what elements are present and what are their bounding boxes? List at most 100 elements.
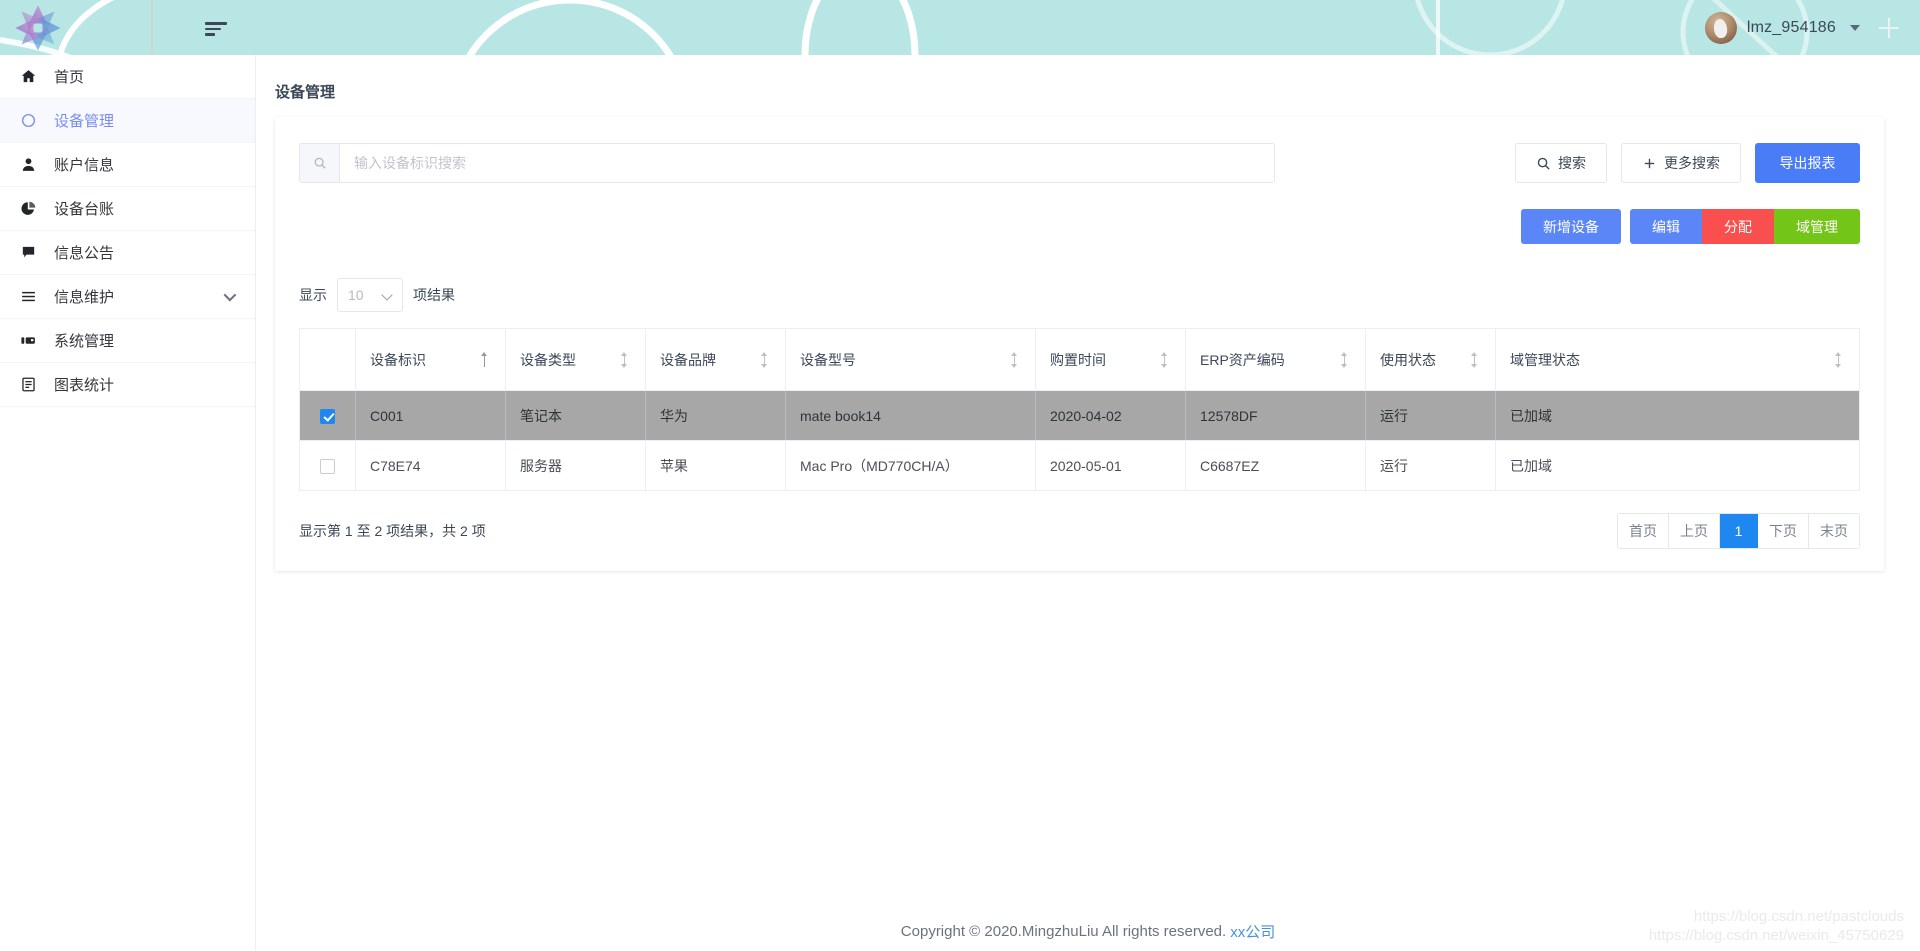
hamburger-line: [205, 33, 215, 36]
sidebar-item-label: 首页: [54, 69, 85, 86]
sidebar-item-label: 系统管理: [54, 333, 115, 350]
table-footer: 显示第 1 至 2 项结果，共 2 项 首页 上页 1 下页 末页: [299, 513, 1860, 549]
flag-icon: [20, 244, 46, 261]
sidebar-item-chart-statistics[interactable]: 图表统计: [0, 363, 255, 407]
column-label: ERP资产编码: [1200, 351, 1285, 368]
document-icon: [20, 376, 46, 393]
hamburger-line: [205, 22, 227, 25]
cell-device-model: mate book14: [785, 390, 1036, 441]
app-logo-icon: [15, 5, 61, 51]
more-search-button[interactable]: 更多搜索: [1621, 143, 1741, 183]
cell-usage-status: 运行: [1365, 440, 1496, 491]
edit-button[interactable]: 编辑: [1630, 209, 1702, 244]
column-header-purchase-date[interactable]: 购置时间: [1035, 328, 1186, 391]
search-input[interactable]: [340, 144, 1274, 182]
select-all-header[interactable]: [299, 328, 356, 391]
row-checkbox[interactable]: [320, 408, 335, 424]
row-checkbox-cell[interactable]: [299, 440, 356, 491]
cell-purchase-date: 2020-05-01: [1035, 440, 1186, 491]
cell-device-model: Mac Pro（MD770CH/A）: [785, 440, 1036, 491]
search-button-label: 搜索: [1558, 155, 1586, 171]
copyright-text: Copyright © 2020.MingzhuLiu All rights r…: [900, 922, 1227, 940]
cell-device-id: C78E74: [355, 440, 506, 491]
sidebar-item-device-ledger[interactable]: 设备台账: [0, 187, 255, 231]
username-label: lmz_954186: [1746, 18, 1836, 36]
hard-drive-icon: [20, 332, 46, 349]
action-group-joined: 编辑 分配 域管理: [1630, 209, 1860, 244]
cell-erp-code: 12578DF: [1185, 390, 1366, 441]
sidebar-item-label: 设备管理: [54, 113, 115, 130]
sidebar-item-device-management[interactable]: 设备管理: [0, 99, 255, 143]
avatar: [1704, 11, 1737, 44]
sidebar-item-system-management[interactable]: 系统管理: [0, 319, 255, 363]
row-checkbox[interactable]: [320, 458, 335, 474]
pagination-next[interactable]: 下页: [1758, 514, 1809, 548]
add-device-button[interactable]: 新增设备: [1521, 209, 1621, 244]
search-row: 搜索 更多搜索 导出报表: [299, 143, 1860, 183]
sort-icon: [761, 351, 771, 368]
domain-management-button[interactable]: 域管理: [1774, 209, 1860, 244]
column-header-device-model[interactable]: 设备型号: [785, 328, 1036, 391]
column-label: 购置时间: [1050, 351, 1106, 368]
device-management-panel: 搜索 更多搜索 导出报表 新增设备: [275, 117, 1884, 571]
sort-icon: [1341, 351, 1351, 368]
sort-icon: [621, 351, 631, 368]
sidebar-item-label: 设备台账: [54, 201, 115, 218]
user-menu[interactable]: lmz_954186: [1704, 0, 1860, 55]
sidebar-item-home[interactable]: 首页: [0, 55, 255, 99]
assign-button[interactable]: 分配: [1702, 209, 1774, 244]
table-header: 设备标识 设备类型 设备品牌 设备型号 购置时间 ERP资产编码 使用状态 域管…: [299, 328, 1860, 391]
sort-icon: [1161, 351, 1171, 368]
sidebar-item-info-maintenance[interactable]: 信息维护: [0, 275, 255, 319]
pagination: 首页 上页 1 下页 末页: [1617, 513, 1860, 549]
pagination-first[interactable]: 首页: [1618, 514, 1669, 548]
sidebar-item-account-info[interactable]: 账户信息: [0, 143, 255, 187]
hamburger-icon[interactable]: [205, 22, 229, 36]
column-header-erp-code[interactable]: ERP资产编码: [1185, 328, 1366, 391]
column-header-domain-status[interactable]: 域管理状态: [1495, 328, 1860, 391]
table-row[interactable]: C001 笔记本 华为 mate book14 2020-04-02 12578…: [299, 390, 1860, 441]
cell-domain-status: 已加域: [1495, 390, 1860, 441]
search-icon: [300, 144, 340, 182]
company-link[interactable]: xx公司: [1230, 921, 1275, 942]
row-checkbox-cell[interactable]: [299, 390, 356, 441]
export-report-button[interactable]: 导出报表: [1755, 143, 1860, 183]
column-header-device-brand[interactable]: 设备品牌: [645, 328, 786, 391]
sort-icon: [1835, 351, 1845, 368]
column-label: 域管理状态: [1510, 351, 1580, 368]
header-decoration: [0, 0, 1810, 55]
sidebar-item-label: 账户信息: [54, 157, 115, 174]
chevron-down-icon: [1850, 24, 1860, 31]
column-header-device-id[interactable]: 设备标识: [355, 328, 506, 391]
cell-device-brand: 华为: [645, 390, 786, 441]
circle-icon: [20, 112, 46, 129]
plus-icon: [1642, 156, 1657, 171]
hamburger-line: [205, 27, 221, 30]
pagination-last[interactable]: 末页: [1809, 514, 1859, 548]
sidebar-item-label: 信息维护: [54, 289, 115, 306]
results-summary: 显示第 1 至 2 项结果，共 2 项: [299, 523, 486, 539]
entries-select[interactable]: 10: [338, 279, 402, 311]
table-header-row: 设备标识 设备类型 设备品牌 设备型号 购置时间 ERP资产编码 使用状态 域管…: [299, 328, 1860, 391]
search-button[interactable]: 搜索: [1515, 143, 1607, 183]
plus-icon[interactable]: [1872, 0, 1906, 55]
pagination-page-1[interactable]: 1: [1720, 514, 1758, 548]
column-header-usage-status[interactable]: 使用状态: [1365, 328, 1496, 391]
column-header-device-type[interactable]: 设备类型: [505, 328, 646, 391]
table-row[interactable]: C78E74 服务器 苹果 Mac Pro（MD770CH/A） 2020-05…: [299, 440, 1860, 491]
pie-chart-icon: [20, 200, 46, 217]
more-search-button-label: 更多搜索: [1664, 155, 1720, 171]
cell-device-brand: 苹果: [645, 440, 786, 491]
pagination-prev[interactable]: 上页: [1669, 514, 1720, 548]
cell-device-id: C001: [355, 390, 506, 441]
entries-select-wrapper: 10: [337, 278, 403, 312]
sidebar: 首页 设备管理 账户信息 设备台账 信息公告 信息维护 系统管理 图表统计: [0, 55, 256, 951]
sidebar-item-label: 图表统计: [54, 377, 115, 394]
sidebar-item-announcement[interactable]: 信息公告: [0, 231, 255, 275]
cell-purchase-date: 2020-04-02: [1035, 390, 1186, 441]
column-label: 使用状态: [1380, 351, 1436, 368]
application-window: lmz_954186 首页 设备管理 账户信息 设备台账 信息公告 信息维护 系…: [0, 0, 1920, 951]
device-table: 设备标识 设备类型 设备品牌 设备型号 购置时间 ERP资产编码 使用状态 域管…: [299, 328, 1860, 491]
action-group: 新增设备 编辑 分配 域管理: [1521, 209, 1860, 244]
cell-device-type: 服务器: [505, 440, 646, 491]
